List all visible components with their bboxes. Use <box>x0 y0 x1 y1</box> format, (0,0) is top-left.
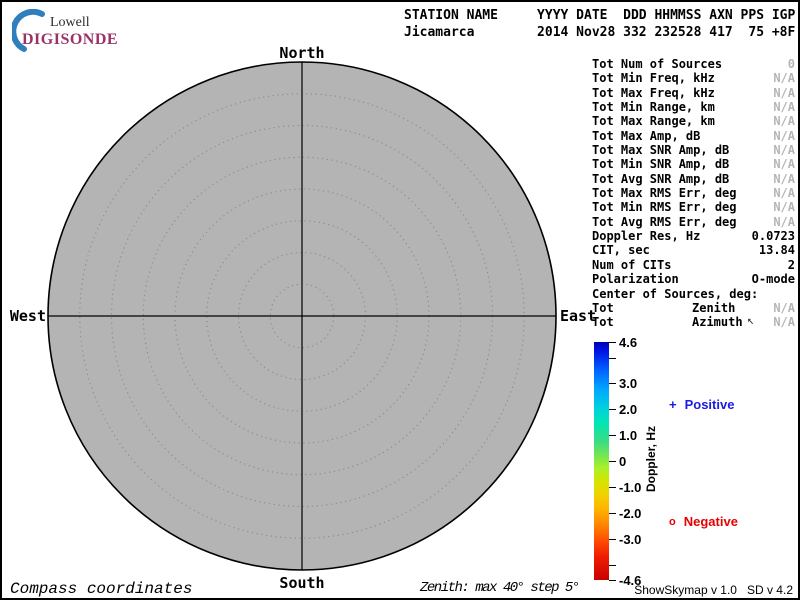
stat-row: CIT, sec 13.84 <box>592 243 795 258</box>
plus-icon: + <box>669 397 677 412</box>
compass-label-west: West <box>9 307 46 325</box>
colorbar-tick-label: 0 <box>619 454 627 469</box>
stat-row: Tot Min SNR Amp, dB N/A <box>592 157 795 172</box>
skymap-polar-plot <box>47 61 557 571</box>
colorbar-tick <box>609 580 616 581</box>
negative-doppler-legend: o Negative <box>669 514 738 529</box>
positive-doppler-legend: + Positive <box>669 397 735 412</box>
zenith-range-note: Zenith: max 40° step 5° <box>420 580 580 596</box>
colorbar-tick <box>609 409 616 411</box>
compass-label-north: North <box>279 44 325 62</box>
software-version: ShowSkymap v 1.0 SD v 4.2 <box>634 583 793 597</box>
colorbar-tick <box>609 538 616 540</box>
colorbar-tick <box>609 487 616 488</box>
colorbar-tick-label: -3.0 <box>619 532 642 547</box>
colorbar-tick <box>609 383 616 385</box>
colorbar-tick-label: 4.6 <box>619 335 638 350</box>
stat-row: Tot Avg SNR Amp, dB N/A <box>592 171 795 186</box>
circle-icon: o <box>669 516 676 528</box>
stat-row: Num of CITs 2 <box>592 257 795 272</box>
doppler-colorbar <box>594 342 609 580</box>
measurement-stats-panel: Tot Num of Sources 0 Tot Min Freq, kHz N/A… <box>592 57 795 330</box>
colorbar-axis-title: Doppler, Hz <box>644 426 658 493</box>
stat-row: Tot Min RMS Err, deg N/A <box>592 200 795 215</box>
stat-row: Tot Max SNR Amp, dB N/A <box>592 143 795 158</box>
colorbar-tick-label: 2.0 <box>619 402 638 417</box>
stat-row: Tot Max Range, km N/A <box>592 114 795 129</box>
stat-row: Polarization O-mode <box>592 272 795 287</box>
colorbar-tick <box>609 357 616 359</box>
colorbar-tick-label: -1.0 <box>619 480 642 495</box>
stat-row: Tot Azimuth N/A <box>592 315 795 330</box>
stat-row: Tot Max RMS Err, deg N/A <box>592 186 795 201</box>
colorbar-tick <box>609 512 616 514</box>
stat-row: Tot Avg RMS Err, deg N/A <box>592 214 795 229</box>
colorbar-tick-label: -2.0 <box>619 506 642 521</box>
stat-row: Tot Max Amp, dB N/A <box>592 128 795 143</box>
colorbar-tick-label: 3.0 <box>619 376 638 391</box>
colorbar-tick <box>609 342 616 343</box>
compass-label-east: East <box>560 307 597 325</box>
coordinates-mode-note: Compass coordinates <box>10 580 193 598</box>
stat-row: Tot Min Range, km N/A <box>592 100 795 115</box>
stat-row: Tot Zenith N/A <box>592 300 795 315</box>
stat-row: Doppler Res, Hz 0.0723 <box>592 229 795 244</box>
colorbar-tick-label: 1.0 <box>619 428 638 443</box>
colorbar-tick <box>609 435 616 437</box>
stat-row: Tot Num of Sources 0 <box>592 57 795 71</box>
stat-row: Center of Sources, deg: <box>592 286 759 301</box>
stat-row: Tot Min Freq, kHz N/A <box>592 71 795 86</box>
mouse-cursor: ↖ <box>747 313 755 327</box>
compass-label-south: South <box>279 574 325 592</box>
colorbar-tick <box>609 564 616 566</box>
stat-row: Tot Max Freq, kHz N/A <box>592 85 795 100</box>
showskymap-window: Lowell DIGISONDE STATION NAME YYYY DATE … <box>0 0 800 600</box>
colorbar-tick <box>609 461 616 463</box>
